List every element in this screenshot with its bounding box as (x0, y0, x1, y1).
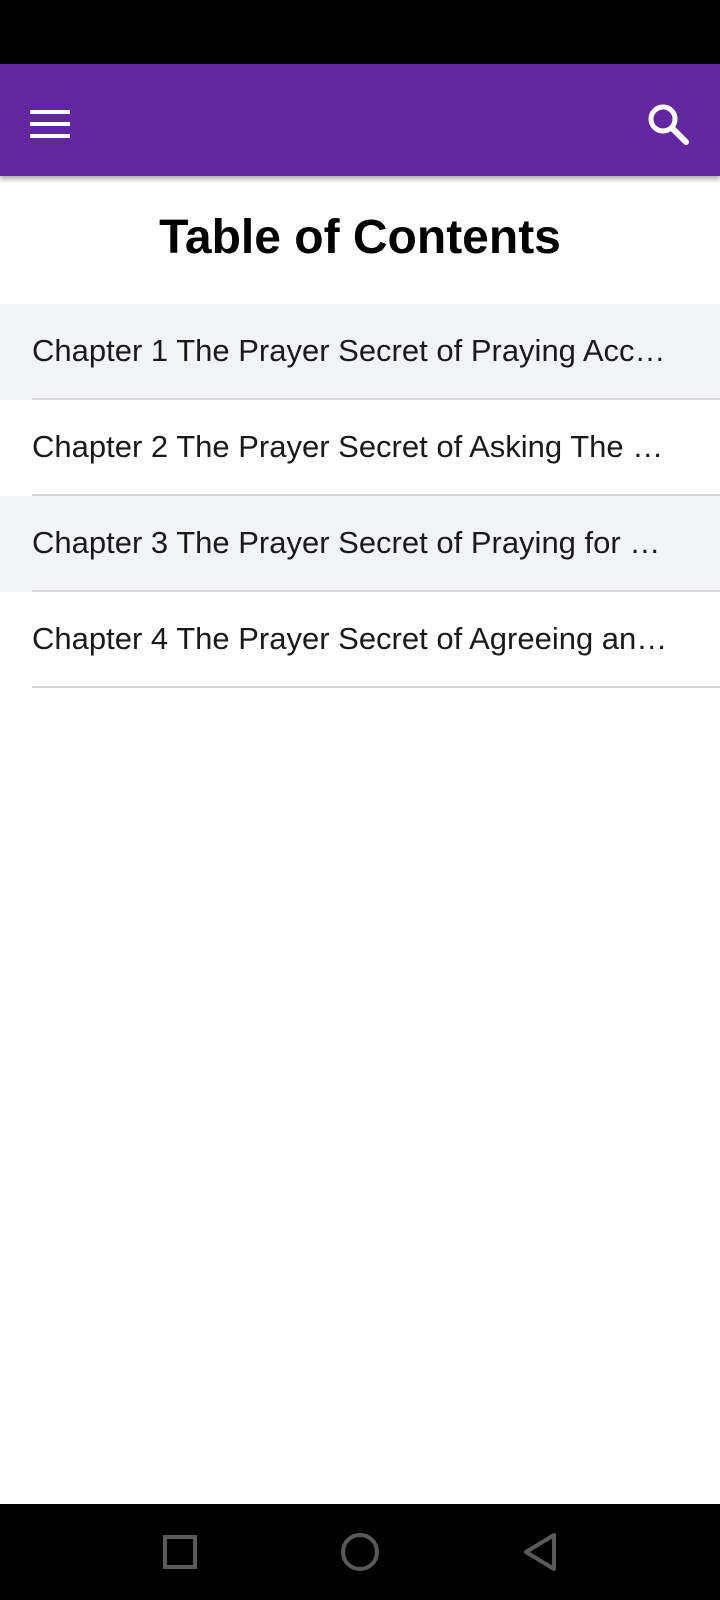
back-button[interactable] (516, 1528, 564, 1576)
menu-button[interactable] (18, 92, 82, 156)
chapter-label: Chapter 2 The Prayer Secret of Asking Th… (32, 429, 682, 464)
status-bar (0, 0, 720, 64)
square-recents-icon (163, 1535, 197, 1569)
chapter-item-2[interactable]: Chapter 2 The Prayer Secret of Asking Th… (0, 400, 720, 496)
chapter-list: Chapter 1 The Prayer Secret of Praying A… (0, 304, 720, 688)
chapter-item-1[interactable]: Chapter 1 The Prayer Secret of Praying A… (0, 304, 720, 400)
chapter-label: Chapter 1 The Prayer Secret of Praying A… (32, 333, 682, 368)
app-bar (0, 64, 720, 176)
page-title: Table of Contents (159, 211, 561, 264)
home-button[interactable] (336, 1528, 384, 1576)
main-content: Table of Contents Chapter 1 The Prayer S… (0, 176, 720, 688)
chapter-label: Chapter 4 The Prayer Secret of Agreeing … (32, 621, 682, 656)
search-icon (648, 104, 689, 145)
recents-button[interactable] (156, 1528, 204, 1576)
system-nav-bar (0, 1504, 720, 1600)
triangle-back-icon (524, 1533, 556, 1571)
search-button[interactable] (632, 88, 704, 160)
chapter-item-3[interactable]: Chapter 3 The Prayer Secret of Praying f… (0, 496, 720, 592)
chapter-label: Chapter 3 The Prayer Secret of Praying f… (32, 525, 682, 560)
hamburger-menu-icon (30, 110, 70, 138)
circle-home-icon (341, 1533, 379, 1571)
chapter-item-4[interactable]: Chapter 4 The Prayer Secret of Agreeing … (0, 592, 720, 688)
